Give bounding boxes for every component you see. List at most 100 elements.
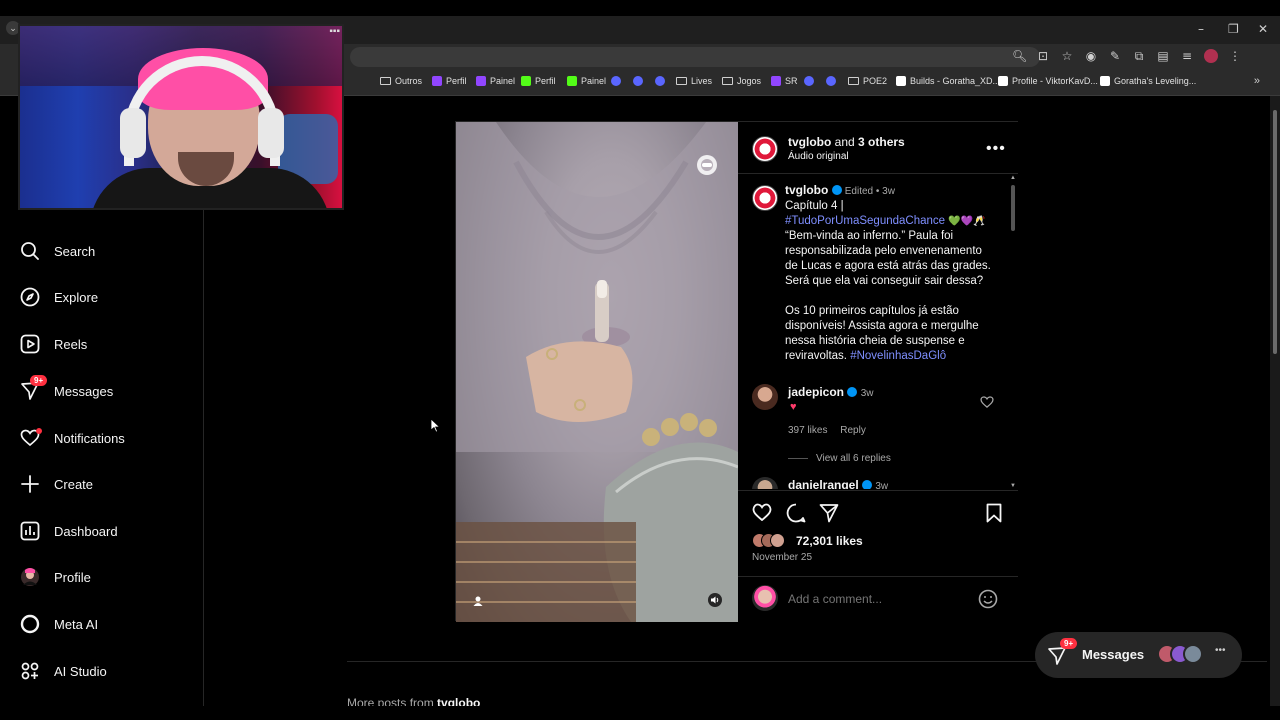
media-icon[interactable]: ≡ [1180, 49, 1194, 63]
sidebar-item-notifications[interactable]: Notifications [20, 428, 125, 448]
bookmark-item[interactable]: Painel [567, 76, 606, 86]
emoji-picker-icon[interactable] [978, 589, 998, 614]
globo-watermark-icon [696, 154, 718, 181]
site-icon [896, 76, 906, 86]
folder-icon [848, 77, 859, 85]
bookmark-item[interactable]: Goratha's Leveling... [1100, 76, 1196, 86]
sidebar-item-label: Explore [54, 289, 99, 305]
comment-icon[interactable] [786, 503, 806, 528]
profile-avatar-icon[interactable] [1204, 49, 1218, 63]
comment-likes[interactable]: 397 likes [788, 425, 827, 436]
bookmark-item[interactable]: Perfil [521, 76, 556, 86]
restore-icon[interactable]: ❐ [1228, 22, 1239, 36]
extension-icon[interactable]: ◉ [1084, 49, 1098, 63]
others-link[interactable]: 3 others [858, 135, 905, 149]
reel-frame-illustration [456, 122, 738, 622]
author-username[interactable]: tvglobo [788, 135, 831, 149]
commenter-avatar[interactable] [752, 477, 778, 489]
comments-list[interactable]: tvglobo Edited • 3w Capítulo 4 | #TudoPo… [738, 175, 1018, 489]
puzzle-icon[interactable]: ⧉ [1132, 49, 1146, 63]
verified-icon [862, 480, 873, 489]
bookmark-item[interactable] [826, 76, 836, 86]
comment-time: 3w [860, 388, 874, 399]
tagged-people-icon[interactable] [472, 594, 484, 612]
sidebar-item-profile[interactable]: Profile [20, 567, 91, 587]
more-dots-icon: ••• [1215, 645, 1226, 656]
likes-count[interactable]: 72,301 likes [796, 534, 863, 548]
bookmark-item[interactable] [804, 76, 814, 86]
sidebar-item-search[interactable]: Search [20, 241, 95, 261]
hashtag-link[interactable]: #NovelinhasDaGlô [850, 350, 946, 362]
save-icon[interactable] [986, 503, 1002, 528]
bookmark-item[interactable] [633, 76, 643, 86]
comments-scrollbar[interactable]: ▲ ▼ [1010, 175, 1016, 489]
sidebar-item-messages[interactable]: 9+ Messages [20, 375, 114, 401]
tvglobo-avatar[interactable] [752, 136, 778, 162]
sidebar-item-meta-ai[interactable]: Meta AI [20, 614, 98, 634]
and-text: and [834, 135, 855, 149]
reply-button[interactable]: Reply [840, 425, 866, 436]
like-icon[interactable] [752, 503, 772, 526]
folder-icon [380, 77, 391, 85]
heart-emoji-icon: ♥ [790, 401, 797, 413]
bookmark-item[interactable]: Painel [476, 76, 515, 86]
bookmark-item[interactable]: Profile - ViktorKavD... [998, 76, 1098, 86]
caption-avatar[interactable] [752, 185, 778, 211]
zoom-icon[interactable]: 🔍︎ [1012, 49, 1027, 63]
hashtag-link[interactable]: #TudoPorUmaSegundaChance [785, 215, 945, 227]
sidebar-item-ai-studio[interactable]: AI Studio [20, 661, 107, 681]
bookmark-item[interactable]: Jogos [722, 76, 761, 86]
reel-video[interactable] [456, 122, 738, 622]
messages-floating-button[interactable]: 9+ Messages ••• [1035, 632, 1242, 678]
app-icon [826, 76, 836, 86]
ai-studio-icon [20, 661, 40, 681]
page-scrollbar[interactable] [1270, 96, 1280, 706]
scroll-up-icon[interactable]: ▲ [1010, 175, 1016, 181]
scroll-down-icon[interactable]: ▼ [1010, 483, 1016, 489]
pen-icon[interactable]: ✎ [1108, 49, 1122, 63]
page-scroll-thumb[interactable] [1273, 110, 1277, 354]
add-comment-input[interactable] [788, 589, 968, 609]
messages-badge: 9+ [1060, 638, 1078, 649]
bookmark-item[interactable]: Outros [380, 76, 422, 86]
sidepanel-icon[interactable]: ▤ [1156, 49, 1170, 63]
sidebar-item-explore[interactable]: Explore [20, 287, 98, 307]
bookmark-item[interactable] [611, 76, 621, 86]
minimize-icon[interactable]: – [1198, 22, 1204, 36]
more-options-icon[interactable]: ••• [986, 140, 1006, 158]
audio-link[interactable]: Áudio original [788, 151, 849, 162]
sidebar-item-label: Profile [54, 569, 91, 585]
browser-menu-icon[interactable]: ⋮ [1228, 49, 1242, 63]
post-actions: 72,301 likes November 25 [738, 490, 1018, 590]
close-window-icon[interactable]: ✕ [1258, 22, 1268, 36]
comment-like-icon[interactable] [980, 395, 994, 413]
commenter-avatar[interactable] [752, 384, 778, 410]
bookmark-item[interactable]: POE2 [848, 76, 887, 86]
plus-icon [20, 474, 40, 494]
view-replies-button[interactable]: View all 6 replies [788, 453, 891, 464]
webcam-menu-icon[interactable]: ▪▪▪ [329, 26, 340, 37]
address-bar[interactable] [350, 47, 1040, 67]
comment-username[interactable]: danielrangel [788, 478, 859, 489]
comments-scroll-thumb[interactable] [1011, 185, 1015, 231]
caption-username[interactable]: tvglobo [785, 183, 828, 197]
bookmark-star-icon[interactable]: ☆ [1060, 49, 1074, 63]
search-icon [20, 241, 40, 261]
sidebar-item-create[interactable]: Create [20, 474, 93, 494]
comment-username[interactable]: jadepicon [788, 385, 844, 399]
message-avatars [1157, 644, 1203, 664]
bookmark-item[interactable] [655, 76, 665, 86]
bookmark-item[interactable]: SR [771, 76, 798, 86]
more-posts-user[interactable]: tvglobo [437, 696, 480, 706]
sidebar-item-label: Messages [54, 383, 114, 399]
more-posts-prefix: More posts from [347, 696, 434, 706]
install-app-icon[interactable]: ⊡ [1036, 49, 1050, 63]
mute-icon[interactable] [708, 593, 722, 612]
bookmark-item[interactable]: Perfil [432, 76, 467, 86]
bookmark-item[interactable]: Builds - Goratha_XD... [896, 76, 1000, 86]
bookmark-item[interactable]: Lives [676, 76, 712, 86]
sidebar-item-reels[interactable]: Reels [20, 334, 87, 354]
sidebar-item-dashboard[interactable]: Dashboard [20, 521, 118, 541]
share-icon[interactable] [819, 503, 839, 528]
bookmarks-overflow-icon[interactable]: » [1254, 75, 1260, 87]
